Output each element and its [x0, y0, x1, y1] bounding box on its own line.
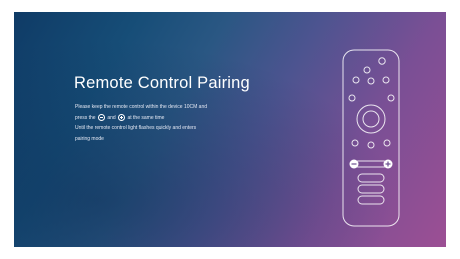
remote-key-2 — [357, 184, 385, 194]
remote-button-right-mid — [387, 94, 395, 102]
remote-key-1 — [357, 173, 385, 183]
instruction-press-text: press the — [75, 114, 96, 121]
remote-button-center-upper — [367, 77, 375, 85]
instruction-line-4: pairing mode — [75, 135, 104, 142]
instruction-same-time-text: at the same time — [127, 114, 165, 121]
page-title: Remote Control Pairing — [74, 74, 250, 92]
instruction-line-1: Please keep the remote control within th… — [75, 104, 208, 110]
remote-button-left-lower — [351, 139, 359, 147]
remote-button-top — [363, 66, 371, 74]
remote-button-right-upper — [382, 76, 390, 84]
instruction-line-3: Until the remote control light flashes q… — [75, 125, 197, 131]
minus-circle-icon — [97, 113, 105, 121]
remote-power-button — [378, 57, 386, 65]
remote-button-left-mid — [348, 94, 356, 102]
remote-ok-button — [362, 110, 380, 128]
remote-volume-rocker — [354, 160, 388, 168]
remote-minus-button — [349, 159, 359, 169]
remote-dpad-ring — [356, 104, 386, 134]
remote-plus-button — [383, 159, 393, 169]
remote-button-left-upper — [352, 76, 360, 84]
pairing-instructions: Please keep the remote control within th… — [75, 102, 275, 144]
instruction-line-2: press the and at the same time — [75, 113, 275, 124]
instruction-and-text: and — [107, 114, 116, 121]
remote-button-center-lower — [367, 141, 375, 149]
remote-body — [342, 49, 400, 227]
pairing-screen: Remote Control Pairing Please keep the r… — [14, 12, 446, 247]
remote-button-right-lower — [383, 139, 391, 147]
remote-control-illustration — [342, 49, 400, 227]
plus-circle-icon — [118, 113, 126, 121]
remote-key-3 — [357, 195, 385, 205]
